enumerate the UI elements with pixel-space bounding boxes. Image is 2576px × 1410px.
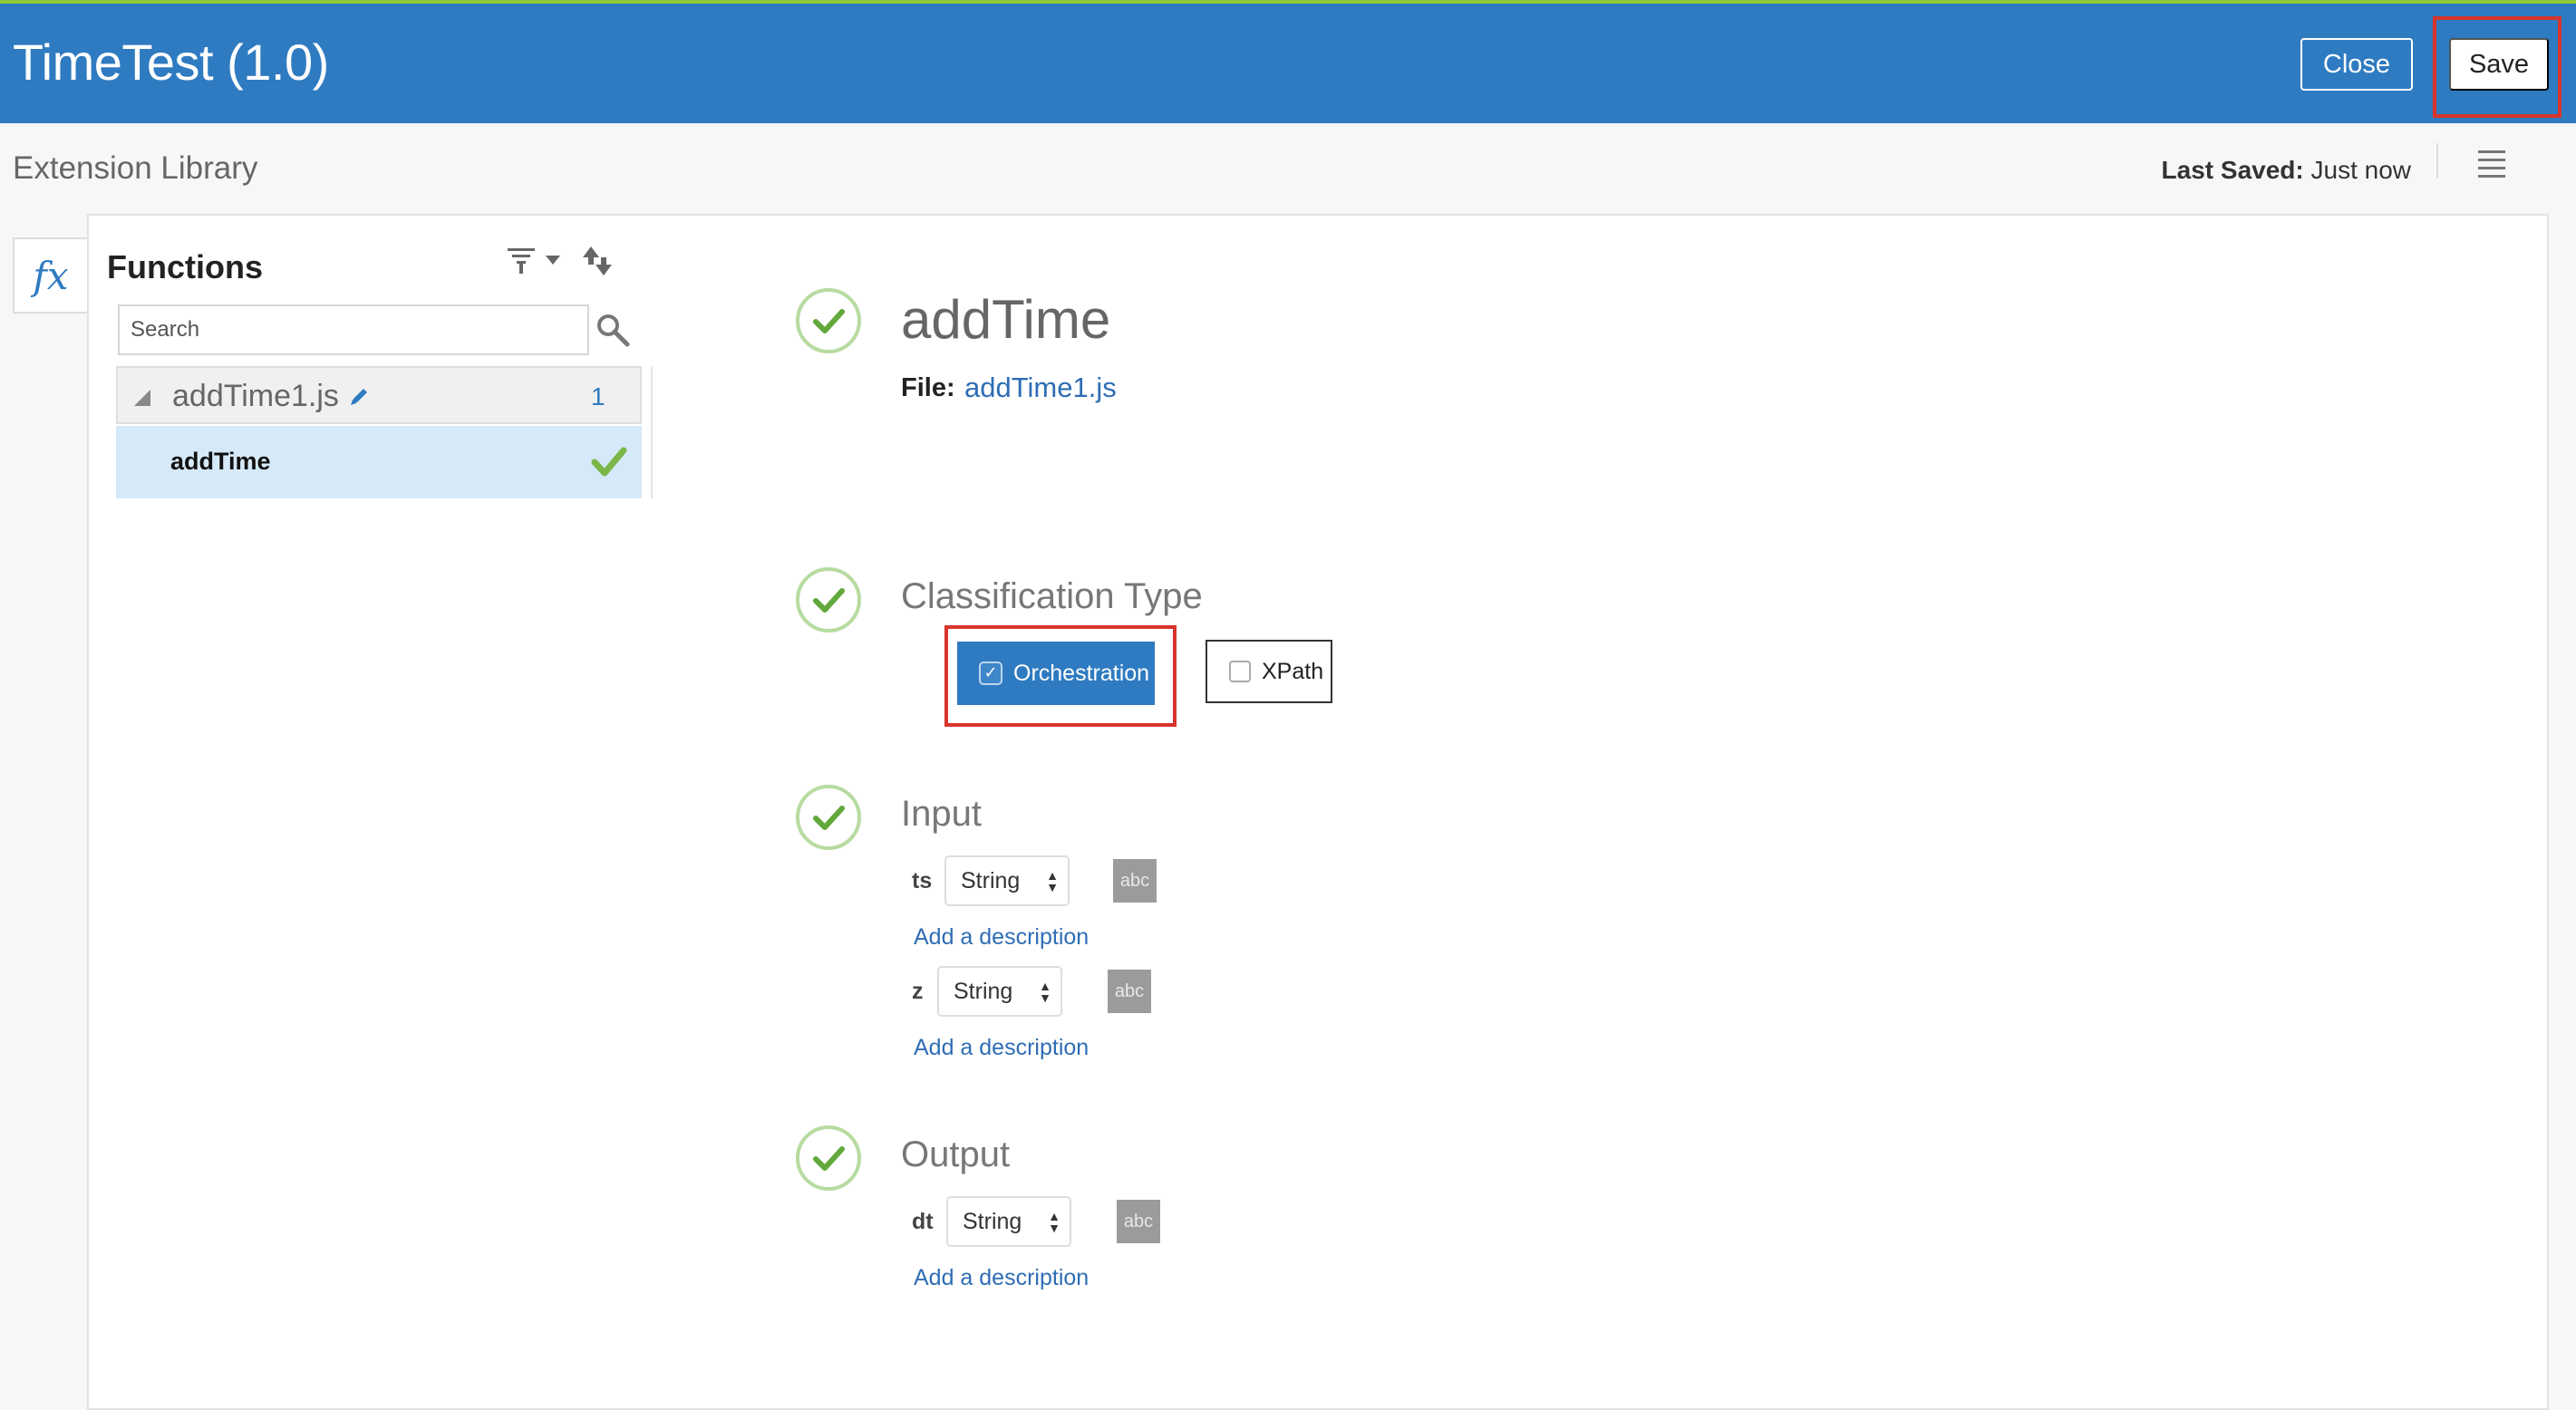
sort-icon[interactable] [582,245,613,277]
type-select-value: String [961,867,1021,893]
param-name: z [912,979,924,1004]
filter-icon[interactable] [506,245,537,275]
add-description-link[interactable]: Add a description [914,1035,1089,1061]
check-icon [591,447,627,477]
type-badge: abc [1108,970,1151,1013]
input-title: Input [901,794,982,834]
last-saved-value: Just now [2310,156,2412,184]
checkbox-empty-icon[interactable] [1229,661,1251,682]
check-circle-icon [796,1125,861,1191]
select-arrows-icon: ▲ ▼ [1046,868,1059,894]
check-circle-icon [796,785,861,850]
checkbox-checked-icon[interactable]: ✓ [979,662,1002,685]
param-name: dt [912,1209,934,1234]
check-circle-icon [796,567,861,633]
fx-icon[interactable]: fx [13,237,87,314]
param-name: ts [912,868,933,893]
select-arrows-icon: ▲ ▼ [1048,1209,1060,1235]
function-title: addTime [901,289,1111,350]
type-badge: abc [1113,859,1157,903]
list-divider [651,366,653,498]
last-saved-status: Last Saved: Just now [2162,156,2411,185]
save-highlight-box [2433,16,2561,118]
collapse-triangle-icon[interactable] [132,388,152,408]
type-badge: abc [1117,1200,1160,1243]
classification-title: Classification Type [901,576,1203,616]
xpath-option[interactable]: XPath [1206,640,1332,703]
file-link[interactable]: addTime1.js [964,372,1117,404]
close-button[interactable]: Close [2300,38,2413,91]
list-item[interactable]: addTime [116,426,642,498]
pencil-icon[interactable] [348,386,370,408]
type-select-value: String [954,978,1013,1004]
check-circle-icon [796,288,861,353]
orchestration-label: Orchestration [1013,660,1150,686]
app-header: TimeTest (1.0) Close Save [0,4,2576,123]
search-icon[interactable] [595,312,631,348]
app-title: TimeTest (1.0) [13,34,329,91]
function-item-label: addTime [170,448,271,475]
orchestration-option[interactable]: ✓ Orchestration [957,642,1155,705]
select-arrows-icon: ▲ ▼ [1039,979,1051,1005]
output-title: Output [901,1135,1011,1174]
type-select[interactable]: String ▲ ▼ [946,1196,1071,1247]
hamburger-menu-icon[interactable] [2478,150,2505,178]
add-description-link[interactable]: Add a description [914,924,1089,951]
last-saved-label: Last Saved: [2161,156,2304,184]
header-divider [2436,143,2438,178]
functions-title: Functions [107,248,263,285]
type-select[interactable]: String ▲ ▼ [944,855,1070,906]
file-group-row[interactable]: addTime1.js 1 [116,366,642,424]
file-label: File: [901,373,955,402]
caret-down-icon[interactable] [544,254,562,266]
file-name: addTime1.js [172,379,339,413]
page-title: Extension Library [13,150,258,186]
add-description-link[interactable]: Add a description [914,1265,1089,1291]
search-input[interactable] [118,304,589,355]
file-function-count: 1 [591,382,605,410]
xpath-label: XPath [1262,658,1324,684]
type-select[interactable]: String ▲ ▼ [937,966,1062,1017]
type-select-value: String [963,1208,1022,1234]
